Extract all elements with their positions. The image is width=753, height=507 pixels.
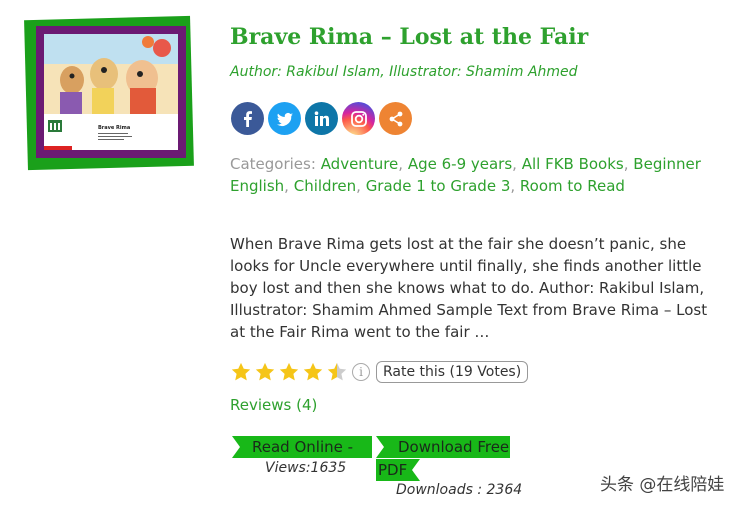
twitter-share-button[interactable] [268,102,301,135]
star-icon-full[interactable] [302,361,324,383]
category-separator: , [623,155,634,173]
category-separator: , [284,177,294,195]
read-online-label: Read Online - [252,438,354,456]
download-label-line1: Download Free [398,438,510,456]
book-cover[interactable]: Brave Rima [44,34,178,150]
share-button[interactable] [379,102,412,135]
button-notch [412,459,420,481]
downloads-count: Downloads : 2364 [396,482,523,498]
star-icon-full[interactable] [278,361,300,383]
share-icon [389,111,402,126]
category-link-room-to-read[interactable]: Room to Read [520,177,625,195]
download-pdf-button-continued[interactable]: PDF - [376,459,420,481]
category-link-children[interactable]: Children [294,177,356,195]
category-separator: , [398,155,408,173]
book-title[interactable]: Brave Rima – Lost at the Fair [230,24,588,50]
reviews-link[interactable]: Reviews (4) [230,396,317,414]
watermark: 头条 @在线陪娃 [600,475,725,495]
publisher-logo-icon [48,120,62,132]
rate-this-button[interactable]: Rate this (19 Votes) [376,361,529,383]
views-count: Views:1635 [265,460,347,476]
category-link-grade[interactable]: Grade 1 to Grade 3 [366,177,511,195]
book-description: When Brave Rima gets lost at the fair sh… [230,235,708,341]
star-icon-full[interactable] [254,361,276,383]
instagram-icon [350,110,367,127]
author-line: Author: Rakibul Islam, Illustrator: Sham… [230,64,578,80]
read-online-button[interactable]: Read Online - [232,436,372,458]
category-separator: , [356,177,366,195]
facebook-icon [243,110,252,127]
twitter-icon [276,112,293,126]
categories: Categories: Adventure, Age 6-9 years, Al… [230,153,730,197]
cover-title: Brave Rima [98,125,131,131]
category-link-adventure[interactable]: Adventure [321,155,399,173]
cover-footer: Brave Rima [44,114,178,150]
category-separator: , [512,155,522,173]
cover-illustration [44,34,178,114]
star-icon-half[interactable] [326,361,348,383]
star-icon-full[interactable] [230,361,252,383]
category-separator: , [510,177,520,195]
category-link-age[interactable]: Age 6-9 years [408,155,512,173]
rating-bar: i Rate this (19 Votes) [230,361,529,383]
button-notch [232,436,240,458]
category-link-all-fkb[interactable]: All FKB Books [522,155,624,173]
linkedin-share-button[interactable] [305,102,338,135]
cover-text-line [98,139,124,140]
facebook-share-button[interactable] [231,102,264,135]
categories-label: Categories: [230,155,316,173]
info-icon[interactable]: i [352,363,370,381]
cover-text-line [98,136,132,137]
download-pdf-button[interactable]: Download Free [376,436,510,458]
instagram-share-button[interactable] [342,102,375,135]
cover-text-line [98,133,128,134]
button-notch [376,436,384,458]
social-share-bar [231,102,412,135]
linkedin-icon [314,110,329,126]
cover-red-stripe [44,146,72,150]
